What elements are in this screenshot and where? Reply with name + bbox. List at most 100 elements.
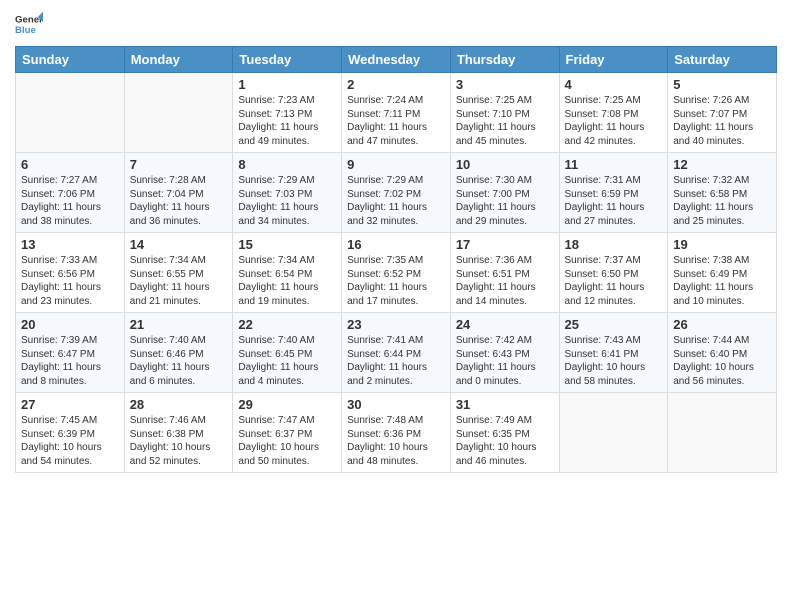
calendar-day-cell: 16 Sunrise: 7:35 AMSunset: 6:52 PMDayligh… [342, 233, 451, 313]
calendar-week-row: 13 Sunrise: 7:33 AMSunset: 6:56 PMDayligh… [16, 233, 777, 313]
day-info: Sunrise: 7:31 AMSunset: 6:59 PMDaylight:… [565, 174, 663, 228]
weekday-header-monday: Monday [124, 47, 233, 73]
calendar-day-cell: 26Sunrise: 7:44 AMSunset: 6:40 PMDayligh… [668, 313, 777, 393]
day-number: 11 [565, 157, 663, 172]
calendar-table: SundayMondayTuesdayWednesdayThursdayFrid… [15, 46, 777, 473]
calendar-day-cell [16, 73, 125, 153]
calendar-day-cell: 8 Sunrise: 7:29 AMSunset: 7:03 PMDaylight… [233, 153, 342, 233]
day-number: 25 [565, 317, 663, 332]
day-number: 16 [347, 237, 445, 252]
weekday-header-friday: Friday [559, 47, 668, 73]
day-number: 5 [673, 77, 771, 92]
day-info: Sunrise: 7:24 AMSunset: 7:11 PMDaylight:… [347, 94, 445, 148]
day-number: 21 [130, 317, 228, 332]
day-number: 13 [21, 237, 119, 252]
day-info: Sunrise: 7:23 AMSunset: 7:13 PMDaylight:… [238, 94, 336, 148]
day-number: 1 [238, 77, 336, 92]
day-number: 7 [130, 157, 228, 172]
calendar-day-cell: 25 Sunrise: 7:43 AMSunset: 6:41 PMDayligh… [559, 313, 668, 393]
calendar-week-row: 27Sunrise: 7:45 AMSunset: 6:39 PMDayligh… [16, 393, 777, 473]
day-info: Sunrise: 7:32 AMSunset: 6:58 PMDaylight:… [673, 174, 771, 228]
day-number: 6 [21, 157, 119, 172]
day-info: Sunrise: 7:41 AMSunset: 6:44 PMDaylight:… [347, 334, 445, 388]
day-number: 17 [456, 237, 554, 252]
calendar-day-cell: 20Sunrise: 7:39 AMSunset: 6:47 PMDayligh… [16, 313, 125, 393]
calendar-day-cell: 22 Sunrise: 7:40 AMSunset: 6:45 PMDayligh… [233, 313, 342, 393]
day-number: 18 [565, 237, 663, 252]
calendar-day-cell [668, 393, 777, 473]
calendar-day-cell: 7 Sunrise: 7:28 AMSunset: 7:04 PMDaylight… [124, 153, 233, 233]
calendar-day-cell: 28 Sunrise: 7:46 AMSunset: 6:38 PMDayligh… [124, 393, 233, 473]
header: General Blue [15, 10, 777, 38]
day-info: Sunrise: 7:38 AMSunset: 6:49 PMDaylight:… [673, 254, 771, 308]
day-info: Sunrise: 7:25 AMSunset: 7:10 PMDaylight:… [456, 94, 554, 148]
day-info: Sunrise: 7:28 AMSunset: 7:04 PMDaylight:… [130, 174, 228, 228]
day-info: Sunrise: 7:29 AMSunset: 7:03 PMDaylight:… [238, 174, 336, 228]
calendar-day-cell: 27Sunrise: 7:45 AMSunset: 6:39 PMDayligh… [16, 393, 125, 473]
day-number: 19 [673, 237, 771, 252]
day-info: Sunrise: 7:40 AMSunset: 6:45 PMDaylight:… [238, 334, 336, 388]
day-number: 14 [130, 237, 228, 252]
day-number: 20 [21, 317, 119, 332]
day-info: Sunrise: 7:30 AMSunset: 7:00 PMDaylight:… [456, 174, 554, 228]
day-number: 27 [21, 397, 119, 412]
day-number: 10 [456, 157, 554, 172]
logo-icon: General Blue [15, 10, 43, 38]
calendar-day-cell: 10 Sunrise: 7:30 AMSunset: 7:00 PMDayligh… [450, 153, 559, 233]
weekday-header-saturday: Saturday [668, 47, 777, 73]
calendar-day-cell: 15Sunrise: 7:34 AMSunset: 6:54 PMDayligh… [233, 233, 342, 313]
calendar-day-cell: 3 Sunrise: 7:25 AMSunset: 7:10 PMDaylight… [450, 73, 559, 153]
day-info: Sunrise: 7:36 AMSunset: 6:51 PMDaylight:… [456, 254, 554, 308]
calendar-day-cell: 23 Sunrise: 7:41 AMSunset: 6:44 PMDayligh… [342, 313, 451, 393]
calendar-day-cell: 24 Sunrise: 7:42 AMSunset: 6:43 PMDayligh… [450, 313, 559, 393]
day-number: 12 [673, 157, 771, 172]
day-info: Sunrise: 7:44 AMSunset: 6:40 PMDaylight:… [673, 334, 771, 388]
weekday-header-thursday: Thursday [450, 47, 559, 73]
day-info: Sunrise: 7:29 AMSunset: 7:02 PMDaylight:… [347, 174, 445, 228]
calendar-day-cell: 2Sunrise: 7:24 AMSunset: 7:11 PMDaylight… [342, 73, 451, 153]
calendar-day-cell: 21 Sunrise: 7:40 AMSunset: 6:46 PMDayligh… [124, 313, 233, 393]
calendar-day-cell: 29Sunrise: 7:47 AMSunset: 6:37 PMDayligh… [233, 393, 342, 473]
svg-text:Blue: Blue [15, 25, 36, 36]
day-info: Sunrise: 7:35 AMSunset: 6:52 PMDaylight:… [347, 254, 445, 308]
day-number: 4 [565, 77, 663, 92]
day-number: 22 [238, 317, 336, 332]
day-number: 23 [347, 317, 445, 332]
day-number: 28 [130, 397, 228, 412]
day-number: 31 [456, 397, 554, 412]
logo: General Blue [15, 10, 43, 38]
calendar-day-cell [559, 393, 668, 473]
day-info: Sunrise: 7:40 AMSunset: 6:46 PMDaylight:… [130, 334, 228, 388]
day-number: 24 [456, 317, 554, 332]
day-info: Sunrise: 7:43 AMSunset: 6:41 PMDaylight:… [565, 334, 663, 388]
day-info: Sunrise: 7:46 AMSunset: 6:38 PMDaylight:… [130, 414, 228, 468]
day-number: 8 [238, 157, 336, 172]
weekday-header-tuesday: Tuesday [233, 47, 342, 73]
day-info: Sunrise: 7:33 AMSunset: 6:56 PMDaylight:… [21, 254, 119, 308]
day-number: 3 [456, 77, 554, 92]
day-number: 15 [238, 237, 336, 252]
calendar-week-row: 1 Sunrise: 7:23 AMSunset: 7:13 PMDaylight… [16, 73, 777, 153]
calendar-day-cell: 4 Sunrise: 7:25 AMSunset: 7:08 PMDaylight… [559, 73, 668, 153]
day-info: Sunrise: 7:42 AMSunset: 6:43 PMDaylight:… [456, 334, 554, 388]
calendar-day-cell: 6 Sunrise: 7:27 AMSunset: 7:06 PMDaylight… [16, 153, 125, 233]
calendar-week-row: 20Sunrise: 7:39 AMSunset: 6:47 PMDayligh… [16, 313, 777, 393]
day-info: Sunrise: 7:27 AMSunset: 7:06 PMDaylight:… [21, 174, 119, 228]
calendar-day-cell: 31Sunrise: 7:49 AMSunset: 6:35 PMDayligh… [450, 393, 559, 473]
calendar-day-cell: 17 Sunrise: 7:36 AMSunset: 6:51 PMDayligh… [450, 233, 559, 313]
calendar-week-row: 6 Sunrise: 7:27 AMSunset: 7:06 PMDaylight… [16, 153, 777, 233]
calendar-day-cell: 14 Sunrise: 7:34 AMSunset: 6:55 PMDayligh… [124, 233, 233, 313]
weekday-header-sunday: Sunday [16, 47, 125, 73]
day-info: Sunrise: 7:48 AMSunset: 6:36 PMDaylight:… [347, 414, 445, 468]
calendar-day-cell: 30 Sunrise: 7:48 AMSunset: 6:36 PMDayligh… [342, 393, 451, 473]
calendar-day-cell [124, 73, 233, 153]
calendar-day-cell: 12 Sunrise: 7:32 AMSunset: 6:58 PMDayligh… [668, 153, 777, 233]
weekday-header-wednesday: Wednesday [342, 47, 451, 73]
day-info: Sunrise: 7:47 AMSunset: 6:37 PMDaylight:… [238, 414, 336, 468]
calendar-day-cell: 5Sunrise: 7:26 AMSunset: 7:07 PMDaylight… [668, 73, 777, 153]
day-info: Sunrise: 7:34 AMSunset: 6:55 PMDaylight:… [130, 254, 228, 308]
day-number: 30 [347, 397, 445, 412]
svg-text:General: General [15, 14, 43, 25]
day-info: Sunrise: 7:25 AMSunset: 7:08 PMDaylight:… [565, 94, 663, 148]
day-info: Sunrise: 7:37 AMSunset: 6:50 PMDaylight:… [565, 254, 663, 308]
